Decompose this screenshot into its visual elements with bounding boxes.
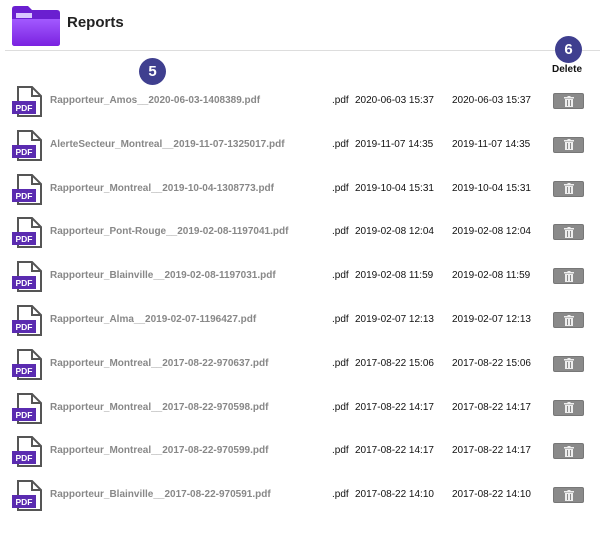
- file-name-link[interactable]: Rapporteur_Montreal__2017-08-22-970599.p…: [50, 445, 268, 456]
- pdf-file-icon[interactable]: PDF: [12, 305, 44, 337]
- modified-date: 2019-11-07 14:35: [452, 138, 531, 150]
- created-date: 2017-08-22 14:17: [355, 401, 434, 413]
- file-extension: .pdf: [332, 401, 349, 413]
- file-name-link[interactable]: Rapporteur_Pont-Rouge__2019-02-08-119704…: [50, 226, 288, 237]
- step-badge-5: 5: [139, 58, 166, 85]
- file-name-link[interactable]: Rapporteur_Blainville__2017-08-22-970591…: [50, 489, 271, 500]
- created-date: 2017-08-22 15:06: [355, 357, 434, 369]
- created-date: 2019-02-08 12:04: [355, 226, 434, 238]
- created-date: 2019-02-08 11:59: [355, 270, 434, 282]
- delete-button[interactable]: [553, 443, 584, 460]
- folder-icon: [12, 6, 60, 46]
- pdf-icon-label: PDF: [16, 453, 33, 463]
- trash-icon: [563, 139, 574, 151]
- trash-icon: [563, 183, 574, 195]
- file-row: PDF Rapporteur_Blainville__2017-08-22-97…: [0, 480, 600, 539]
- modified-date: 2017-08-22 14:10: [452, 489, 531, 501]
- trash-icon: [563, 226, 574, 238]
- pdf-file-icon[interactable]: PDF: [12, 436, 44, 468]
- delete-button[interactable]: [553, 355, 584, 372]
- pdf-icon-label: PDF: [16, 103, 33, 113]
- step-badge-6: 6: [555, 36, 582, 63]
- pdf-file-icon[interactable]: PDF: [12, 86, 44, 118]
- modified-date: 2017-08-22 15:06: [452, 357, 531, 369]
- file-name-link[interactable]: AlerteSecteur_Montreal__2019-11-07-13250…: [50, 139, 285, 150]
- created-date: 2019-02-07 12:13: [355, 314, 434, 325]
- delete-button[interactable]: [553, 93, 584, 109]
- pdf-file-icon[interactable]: PDF: [12, 348, 44, 381]
- pdf-icon-label: PDF: [16, 278, 33, 288]
- trash-icon: [563, 270, 574, 282]
- trash-icon: [563, 445, 574, 457]
- modified-date: 2019-02-08 12:04: [452, 226, 531, 238]
- created-date: 2020-06-03 15:37: [355, 95, 434, 106]
- file-name-link[interactable]: Rapporteur_Montreal__2017-08-22-970637.p…: [50, 358, 268, 369]
- trash-icon: [563, 95, 574, 107]
- created-date: 2017-08-22 14:17: [355, 445, 434, 457]
- file-extension: .pdf: [332, 138, 349, 150]
- delete-button[interactable]: [553, 312, 584, 328]
- file-name-link[interactable]: Rapporteur_Amos__2020-06-03-1408389.pdf: [50, 95, 260, 106]
- delete-column-header: Delete: [552, 64, 583, 75]
- pdf-icon-label: PDF: [16, 366, 33, 376]
- modified-date: 2017-08-22 14:17: [452, 401, 531, 413]
- delete-button[interactable]: [553, 487, 584, 504]
- file-name-link[interactable]: Rapporteur_Montreal__2019-10-04-1308773.…: [50, 183, 274, 194]
- created-date: 2019-10-04 15:31: [355, 182, 434, 194]
- page-title: Reports: [67, 14, 124, 31]
- pdf-file-icon[interactable]: PDF: [12, 217, 44, 249]
- pdf-file-icon[interactable]: PDF: [12, 392, 44, 425]
- modified-date: 2019-10-04 15:31: [452, 182, 531, 194]
- delete-button[interactable]: [553, 399, 584, 416]
- file-extension: .pdf: [332, 314, 349, 325]
- file-extension: .pdf: [332, 270, 349, 282]
- pdf-file-icon[interactable]: PDF: [12, 129, 44, 162]
- trash-icon: [563, 489, 574, 501]
- pdf-icon-label: PDF: [16, 497, 33, 507]
- modified-date: 2019-02-07 12:13: [452, 314, 531, 325]
- pdf-file-icon[interactable]: PDF: [12, 261, 44, 293]
- file-extension: .pdf: [332, 357, 349, 369]
- file-extension: .pdf: [332, 226, 349, 238]
- pdf-icon-label: PDF: [16, 147, 33, 157]
- file-extension: .pdf: [332, 445, 349, 457]
- delete-button[interactable]: [553, 224, 584, 241]
- created-date: 2017-08-22 14:10: [355, 489, 434, 501]
- created-date: 2019-11-07 14:35: [355, 138, 434, 150]
- pdf-file-icon[interactable]: PDF: [12, 173, 44, 206]
- modified-date: 2017-08-22 14:17: [452, 445, 531, 457]
- pdf-file-icon[interactable]: PDF: [12, 480, 44, 512]
- delete-button[interactable]: [553, 180, 584, 197]
- pdf-icon-label: PDF: [16, 410, 33, 420]
- trash-icon: [563, 358, 574, 370]
- pdf-icon-label: PDF: [16, 234, 33, 244]
- pdf-icon-label: PDF: [16, 322, 33, 332]
- pdf-icon-label: PDF: [16, 191, 33, 201]
- file-extension: .pdf: [332, 489, 349, 501]
- trash-icon: [563, 314, 574, 326]
- trash-icon: [563, 402, 574, 414]
- delete-button[interactable]: [553, 268, 584, 285]
- divider: [5, 50, 600, 51]
- delete-button[interactable]: [553, 136, 584, 153]
- modified-date: 2020-06-03 15:37: [452, 95, 531, 106]
- file-extension: .pdf: [332, 95, 349, 106]
- file-name-link[interactable]: Rapporteur_Alma__2019-02-07-1196427.pdf: [50, 314, 256, 325]
- modified-date: 2019-02-08 11:59: [452, 270, 531, 282]
- file-name-link[interactable]: Rapporteur_Montreal__2017-08-22-970598.p…: [50, 402, 268, 413]
- file-extension: .pdf: [332, 182, 349, 194]
- file-name-link[interactable]: Rapporteur_Blainville__2019-02-08-119703…: [50, 270, 276, 281]
